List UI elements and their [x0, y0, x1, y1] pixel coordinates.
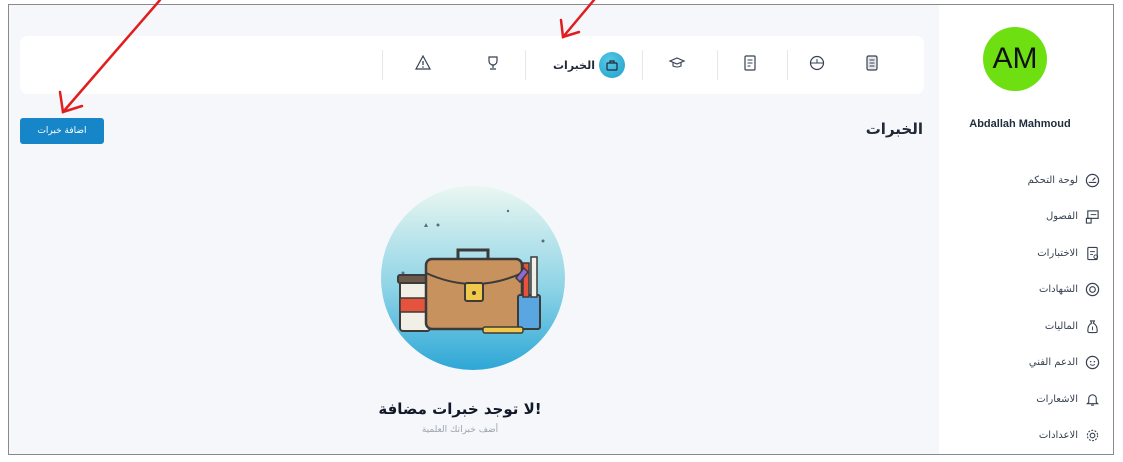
sidebar-item-label: الماليات [1044, 320, 1078, 332]
empty-state-illustration [378, 183, 568, 373]
sidebar-item-settings[interactable]: الاعدادات [980, 426, 1100, 446]
sidebar-item-label: الفصول [1046, 211, 1078, 222]
sidebar-item-finance[interactable]: الماليات [980, 316, 1100, 336]
exam-icon [1084, 245, 1100, 261]
profile-tab-bar: الخبرات [20, 36, 924, 94]
tab-divider [717, 50, 718, 80]
classroom-icon [1084, 209, 1100, 225]
tab-divider [787, 50, 788, 80]
avatar[interactable]: AM [983, 27, 1047, 91]
avatar-initials: AM [992, 42, 1038, 75]
sidebar-item-exams[interactable]: الاختبارات [980, 243, 1100, 263]
tab-notes[interactable] [733, 36, 767, 94]
tab-experience-label: الخبرات [553, 58, 595, 72]
warning-icon [414, 54, 432, 76]
clock-icon [808, 54, 826, 76]
graduation-cap-icon [668, 54, 686, 76]
sidebar-item-label: الاشعارات [1036, 393, 1078, 405]
sidebar-item-support[interactable]: الدعم الفني [980, 353, 1100, 373]
sidebar-item-notifications[interactable]: الاشعارات [980, 389, 1100, 409]
tab-awards[interactable] [476, 36, 510, 94]
sidebar-item-label: الاعدادات [1038, 430, 1078, 441]
tab-alerts[interactable] [406, 36, 440, 94]
tab-divider [525, 50, 526, 80]
experience-icon [599, 52, 625, 78]
support-icon [1084, 355, 1100, 371]
page-title: الخبرات [865, 120, 923, 138]
money-bag-icon [1084, 318, 1100, 334]
gear-icon [1084, 428, 1100, 444]
notes-icon [741, 54, 759, 76]
sidebar-item-label: الدعم الفني [1028, 357, 1078, 368]
sidebar-menu: لوحة التحكم الفصول الاختبارات الشهادات ا… [980, 170, 1100, 462]
sidebar-item-certificates[interactable]: الشهادات [980, 280, 1100, 300]
sidebar-item-dashboard[interactable]: لوحة التحكم [980, 170, 1100, 190]
tab-experience[interactable]: الخبرات [544, 36, 634, 94]
certificate-icon [1084, 282, 1100, 298]
add-experience-button[interactable]: اضافة خبرات [20, 118, 104, 144]
user-name: Abdallah Mahmoud [969, 118, 1071, 130]
tab-education[interactable] [660, 36, 694, 94]
tab-documents[interactable] [855, 36, 889, 94]
tab-schedule[interactable] [800, 36, 834, 94]
sidebar-item-label: الاختبارات [1037, 247, 1078, 259]
tab-divider [642, 50, 643, 80]
sidebar-item-classes[interactable]: الفصول [980, 207, 1100, 227]
trophy-icon [484, 54, 502, 76]
bell-icon [1084, 391, 1100, 407]
dashboard-icon [1084, 172, 1100, 188]
sidebar-item-label: لوحة التحكم [1027, 174, 1078, 186]
sidebar-item-label: الشهادات [1038, 284, 1078, 295]
empty-state-title: لا توجد خبرات مضافة! [378, 400, 542, 418]
empty-state-subtitle: أضف خبراتك العلمية [421, 425, 499, 435]
tab-divider [382, 50, 383, 80]
document-icon [863, 54, 881, 76]
